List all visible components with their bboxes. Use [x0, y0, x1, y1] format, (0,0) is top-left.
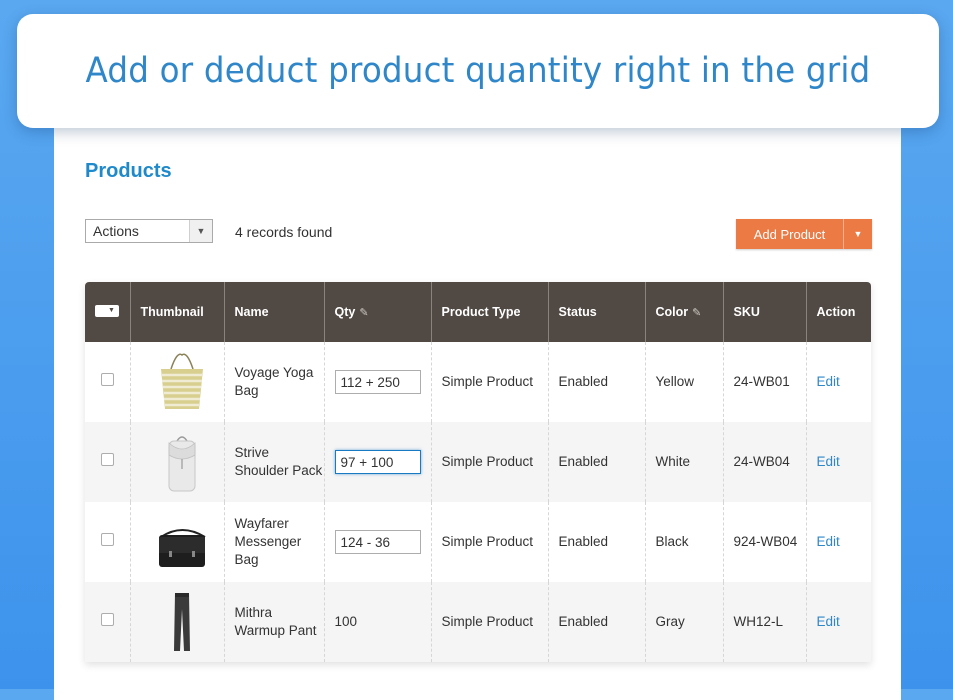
row-select-cell: [85, 502, 131, 582]
thumbnail-cell: [130, 422, 225, 502]
color-cell: White: [645, 422, 724, 502]
table-row: Strive Shoulder Pack Simple Product Enab…: [85, 422, 871, 502]
pencil-icon: ✎: [359, 307, 369, 319]
banner-text: Add or deduct product quantity right in …: [85, 51, 871, 91]
checkbox-icon: [95, 305, 107, 317]
column-header-status[interactable]: Status: [548, 282, 646, 342]
action-cell: Edit: [806, 582, 871, 662]
status-cell: Enabled: [548, 502, 646, 582]
pant-thumbnail: [173, 593, 190, 651]
products-grid: ▼ Thumbnail Name Qty ✎ Product Type Statu…: [85, 282, 871, 662]
edit-link[interactable]: Edit: [817, 454, 840, 469]
product-name-cell: Strive Shoulder Pack: [224, 422, 325, 502]
product-type-cell: Simple Product: [431, 502, 549, 582]
product-name-cell: Mithra Warmup Pant: [224, 582, 325, 662]
qty-cell: [324, 422, 432, 502]
color-cell: Yellow: [645, 342, 724, 422]
feature-banner: Add or deduct product quantity right in …: [17, 14, 939, 128]
qty-cell: 100: [324, 582, 432, 662]
qty-input[interactable]: [334, 450, 421, 474]
product-type-cell: Simple Product: [431, 422, 549, 502]
row-select-cell: [85, 342, 131, 422]
edit-link[interactable]: Edit: [817, 374, 840, 389]
status-cell: Enabled: [548, 342, 646, 422]
thumbnail-cell: [130, 342, 225, 422]
records-count: 4 records found: [235, 224, 333, 240]
column-header-sku[interactable]: SKU: [723, 282, 807, 342]
row-checkbox[interactable]: [101, 533, 114, 546]
thumbnail-cell: [130, 582, 225, 662]
color-cell: Gray: [645, 582, 724, 662]
pencil-icon: ✎: [692, 307, 702, 319]
add-product-button[interactable]: Add Product: [736, 219, 843, 249]
action-cell: Edit: [806, 422, 871, 502]
product-name-cell: Wayfarer Messenger Bag: [224, 502, 325, 582]
messenger-bag-thumbnail: [158, 529, 206, 567]
product-type-cell: Simple Product: [431, 582, 549, 662]
qty-input[interactable]: [334, 370, 421, 394]
row-checkbox[interactable]: [101, 373, 114, 386]
qty-input[interactable]: [334, 530, 421, 554]
yoga-bag-thumbnail: [160, 353, 203, 409]
edit-link[interactable]: Edit: [817, 614, 840, 629]
thumbnail-cell: [130, 502, 225, 582]
action-cell: Edit: [806, 342, 871, 422]
chevron-down-icon: ▼: [189, 220, 212, 242]
column-header-color[interactable]: Color ✎: [645, 282, 724, 342]
qty-cell: [324, 342, 432, 422]
actions-dropdown-label: Actions: [93, 223, 139, 239]
column-header-action: Action: [806, 282, 871, 342]
column-header-name[interactable]: Name: [224, 282, 325, 342]
product-type-cell: Simple Product: [431, 342, 549, 422]
product-name-cell: Voyage Yoga Bag: [224, 342, 325, 422]
sku-cell: WH12-L: [723, 582, 807, 662]
row-select-cell: [85, 582, 131, 662]
column-header-color-label: Color: [655, 305, 689, 319]
status-cell: Enabled: [548, 422, 646, 502]
row-checkbox[interactable]: [101, 453, 114, 466]
table-row: Wayfarer Messenger Bag Simple Product En…: [85, 502, 871, 582]
edit-link[interactable]: Edit: [817, 534, 840, 549]
actions-dropdown[interactable]: Actions ▼: [85, 219, 213, 243]
chevron-down-icon: ▼: [853, 229, 863, 239]
row-checkbox[interactable]: [101, 613, 114, 626]
grid-header-row: ▼ Thumbnail Name Qty ✎ Product Type Statu…: [85, 282, 871, 342]
chevron-down-icon: ▼: [108, 307, 115, 314]
color-cell: Black: [645, 502, 724, 582]
mass-select-checkbox[interactable]: ▼: [95, 304, 119, 317]
add-product-split-button: Add Product ▼: [736, 219, 872, 249]
column-header-qty-label: Qty: [334, 305, 356, 319]
qty-cell: [324, 502, 432, 582]
shoulder-pack-thumbnail: [168, 436, 195, 492]
page-title: Products: [85, 160, 172, 182]
status-cell: Enabled: [548, 582, 646, 662]
sku-cell: 24-WB01: [723, 342, 807, 422]
action-cell: Edit: [806, 502, 871, 582]
add-product-options-button[interactable]: ▼: [843, 219, 872, 249]
sku-cell: 924-WB04: [723, 502, 807, 582]
mass-select-header: ▼: [85, 282, 131, 342]
row-select-cell: [85, 422, 131, 502]
table-row: Voyage Yoga Bag Simple Product Enabled Y…: [85, 342, 871, 422]
column-header-thumbnail[interactable]: Thumbnail: [130, 282, 225, 342]
sku-cell: 24-WB04: [723, 422, 807, 502]
table-row: Mithra Warmup Pant 100 Simple Product En…: [85, 582, 871, 662]
column-header-qty[interactable]: Qty ✎: [324, 282, 432, 342]
column-header-product-type[interactable]: Product Type: [431, 282, 549, 342]
